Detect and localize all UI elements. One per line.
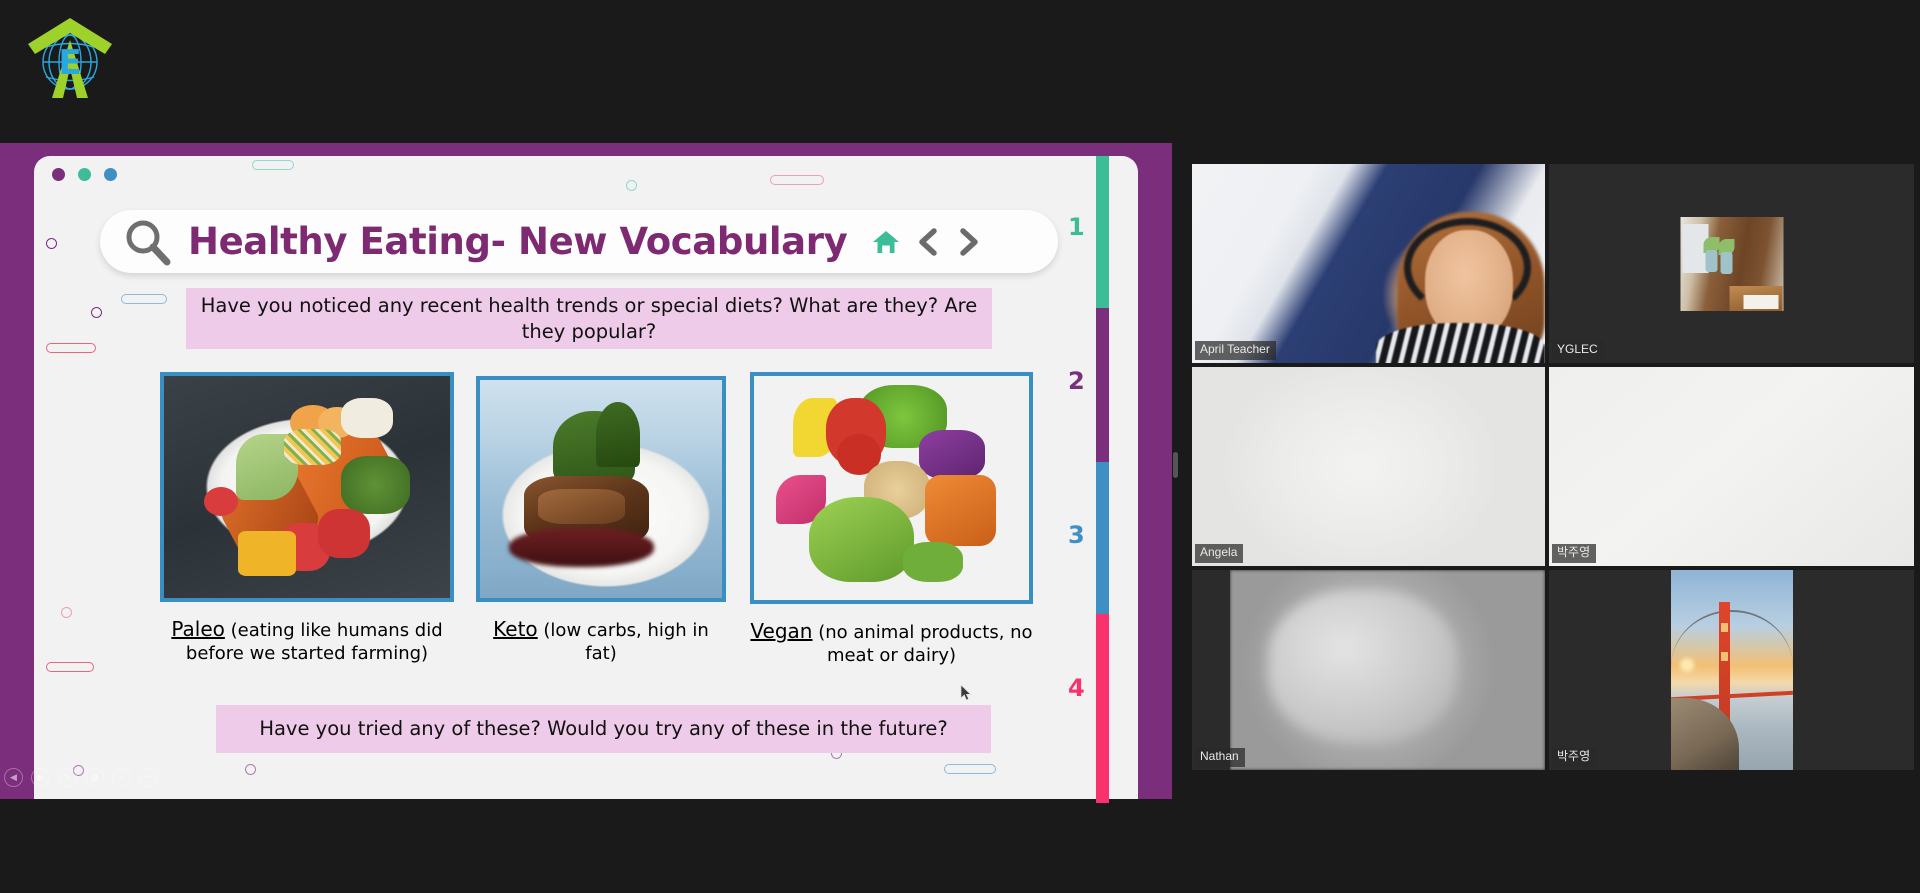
rail-segment-1[interactable]	[1096, 156, 1109, 308]
participant-name-badge: 박주영	[1552, 748, 1597, 767]
slide-title-bar[interactable]: Healthy Eating- New Vocabulary	[100, 210, 1058, 273]
participant-name-badge: April Teacher	[1195, 341, 1276, 360]
zoom-icon[interactable]: ⌕	[112, 768, 131, 787]
participant-name-badge: Angela	[1195, 544, 1244, 563]
participant-name-badge: Nathan	[1195, 748, 1245, 767]
app-logo: E	[22, 10, 118, 102]
chevron-right-icon[interactable]	[955, 226, 981, 258]
diet-cards: Paleo (eating like humans did before we …	[160, 372, 1060, 702]
video-grid: April Teacher YGLEC Angela 박주영 Nathan 박주…	[1192, 164, 1914, 770]
slide-nav-icons	[871, 226, 981, 258]
nathan-video-frame	[1230, 570, 1545, 770]
video-tile-april-teacher[interactable]: April Teacher	[1192, 164, 1545, 363]
participant-name-badge: 박주영	[1552, 544, 1597, 563]
video-tile-yglec[interactable]: YGLEC	[1549, 164, 1914, 363]
slide-controls: ◀ ▶ ✎ ▦ ⌕ •••	[0, 768, 158, 787]
nathan-video-feed	[1230, 570, 1545, 770]
vegan-photo	[750, 372, 1033, 604]
rail-number-3: 3	[1068, 521, 1085, 549]
diet-card-vegan: Vegan (no animal products, no meat or da…	[750, 372, 1033, 668]
chevron-left-icon[interactable]	[915, 226, 941, 258]
keto-definition: (low carbs, high in fat)	[543, 620, 709, 665]
slide-title: Healthy Eating- New Vocabulary	[188, 220, 848, 263]
window-dot-close[interactable]	[52, 168, 65, 181]
video-tile-parkjuyoung-2[interactable]: 박주영	[1549, 570, 1914, 770]
window-traffic-lights	[52, 168, 117, 181]
previous-icon[interactable]: ◀	[4, 768, 23, 787]
more-icon[interactable]: •••	[139, 768, 158, 787]
video-tile-angela[interactable]: Angela	[1192, 367, 1545, 566]
angela-video-feed	[1192, 367, 1545, 566]
diet-card-keto: Keto (low carbs, high in fat)	[476, 372, 726, 666]
pen-icon[interactable]: ✎	[58, 768, 77, 787]
logo-letter: E	[58, 43, 81, 83]
search-icon	[126, 220, 171, 265]
window-dot-minimize[interactable]	[78, 168, 91, 181]
slide-section-rail: 1 2 3 4	[1068, 156, 1114, 803]
vegan-definition: (no animal products, no meat or dairy)	[818, 622, 1033, 667]
paleo-caption: Paleo (eating like humans did before we …	[160, 616, 454, 666]
play-icon[interactable]: ▶	[31, 768, 50, 787]
vegan-caption: Vegan (no animal products, no meat or da…	[750, 618, 1033, 668]
prompt-banner-bottom: Have you tried any of these? Would you t…	[216, 705, 991, 753]
room-photo-thumbnail	[1680, 216, 1783, 311]
keto-term: Keto	[493, 617, 538, 641]
parkjuyoung-video-feed	[1549, 367, 1914, 566]
diet-card-paleo: Paleo (eating like humans did before we …	[160, 372, 454, 666]
rail-segment-2[interactable]	[1096, 308, 1109, 462]
april-video-feed	[1192, 164, 1545, 363]
vegan-term: Vegan	[750, 619, 813, 643]
mouse-cursor-icon	[960, 685, 972, 701]
prompt-banner-top: Have you noticed any recent health trend…	[186, 288, 992, 349]
home-icon[interactable]	[871, 227, 901, 257]
paleo-photo	[160, 372, 454, 602]
globe-arrow-logo-icon: E	[28, 18, 112, 98]
keto-caption: Keto (low carbs, high in fat)	[476, 616, 726, 666]
rail-segment-3[interactable]	[1096, 462, 1109, 614]
window-dot-maximize[interactable]	[104, 168, 117, 181]
rail-number-4: 4	[1068, 674, 1085, 702]
app-root: E Healthy Eating- New Vocabulary Have yo…	[0, 0, 1920, 893]
video-tile-parkjuyoung-1[interactable]: 박주영	[1549, 367, 1914, 566]
rail-number-1: 1	[1068, 213, 1085, 241]
panel-resize-handle[interactable]	[1173, 452, 1178, 478]
grid-icon[interactable]: ▦	[85, 768, 104, 787]
golden-gate-bridge-photo	[1670, 570, 1793, 770]
keto-photo	[476, 376, 726, 602]
paleo-term: Paleo	[171, 617, 225, 641]
video-tile-nathan[interactable]: Nathan	[1192, 570, 1545, 770]
paleo-definition: (eating like humans did before we starte…	[185, 620, 443, 665]
participant-name-badge: YGLEC	[1552, 341, 1604, 360]
rail-number-2: 2	[1068, 367, 1085, 395]
rail-segment-4[interactable]	[1096, 614, 1109, 803]
